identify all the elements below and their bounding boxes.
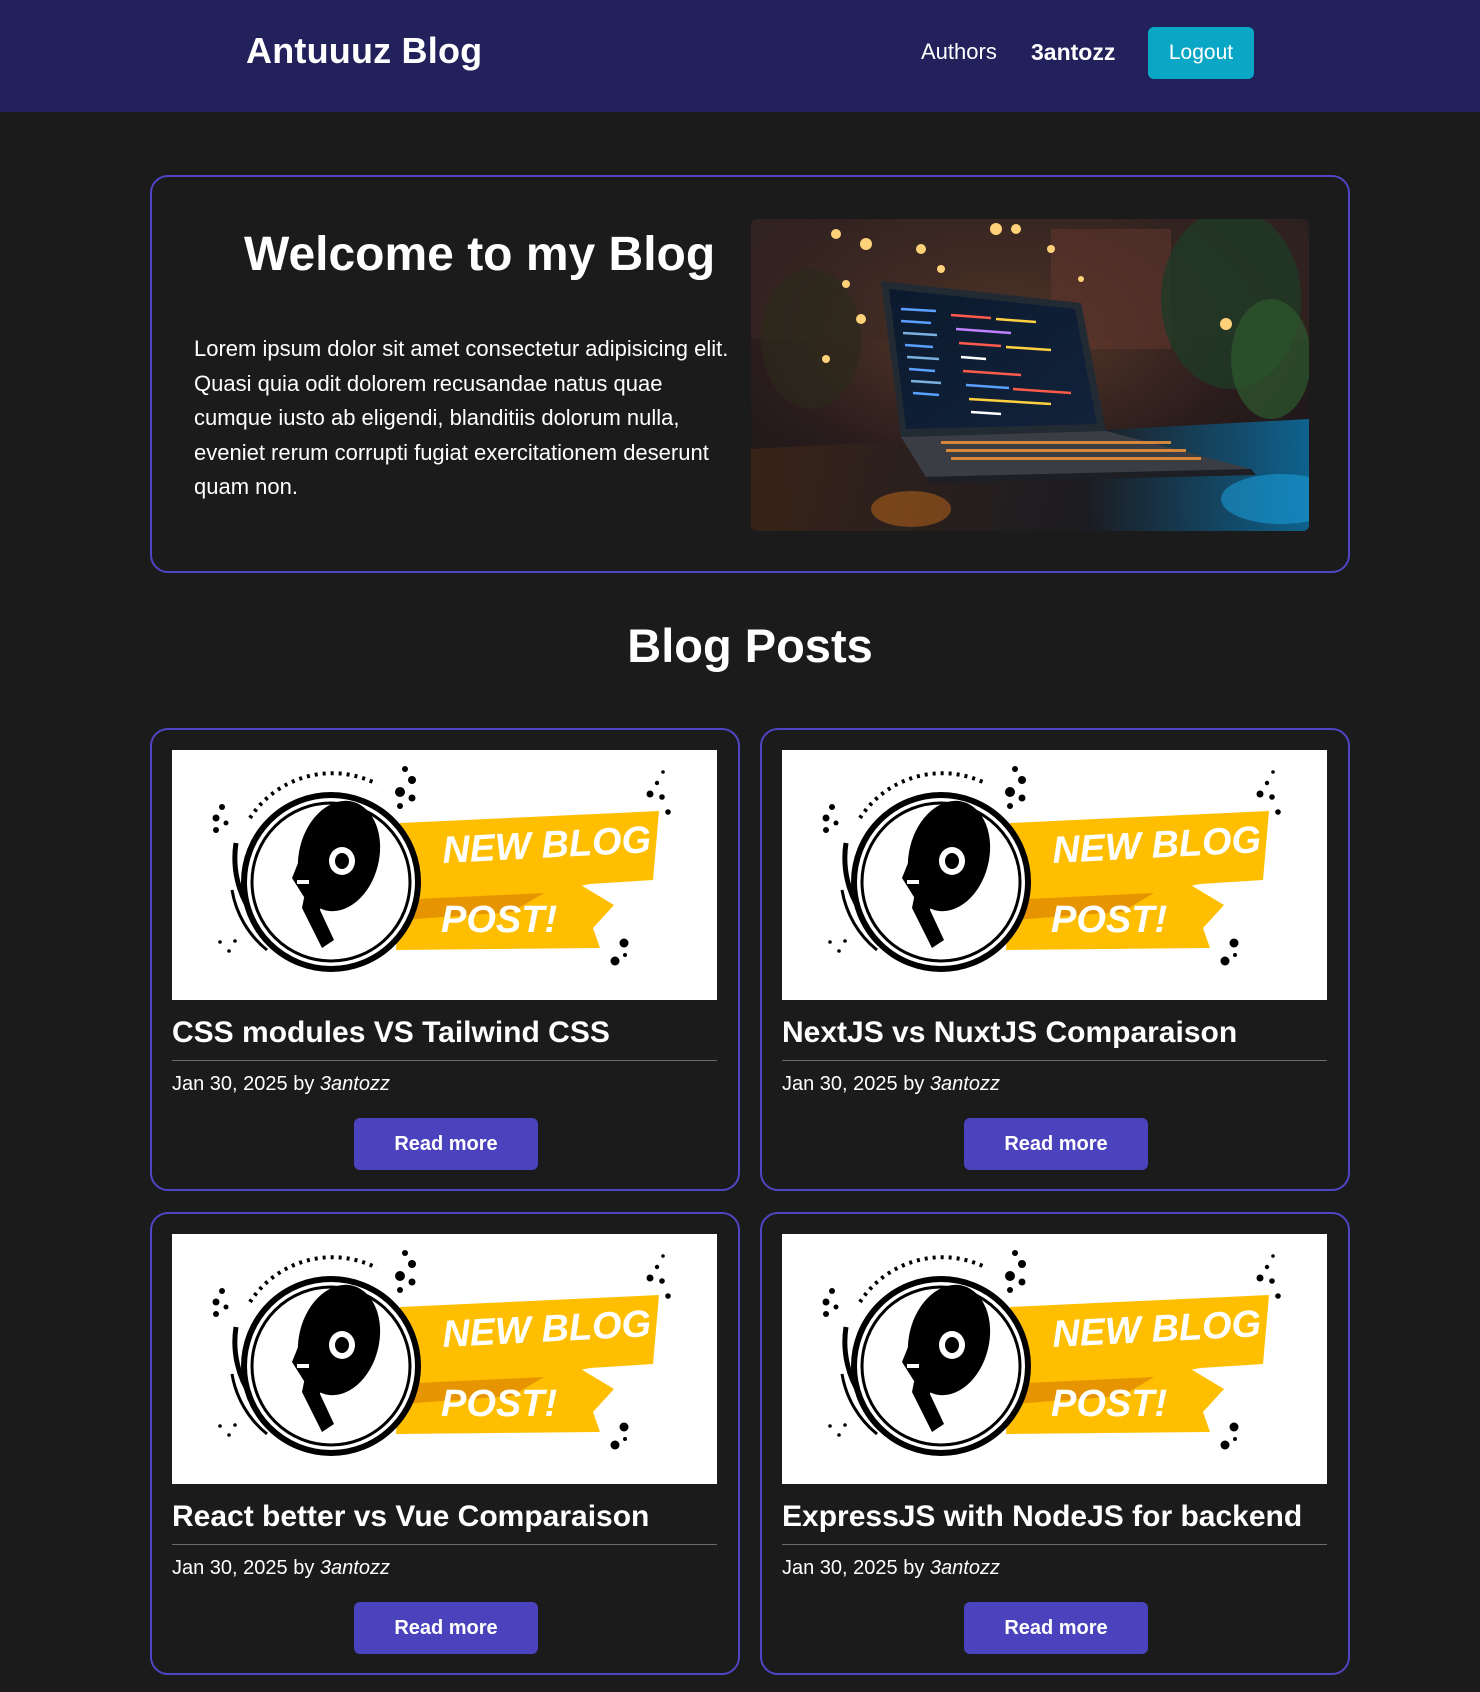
post-date: Jan 30, 2025 (172, 1073, 288, 1095)
hero-card: Welcome to my Blog Lorem ipsum dolor sit… (150, 175, 1350, 573)
hero-title: Welcome to my Blog (244, 228, 716, 281)
post-meta: Jan 30, 2025 by 3antozz (782, 1557, 1000, 1580)
post-date: Jan 30, 2025 (172, 1557, 288, 1579)
post-author[interactable]: 3antozz (320, 1073, 390, 1095)
navbar: Antuuuz Blog Authors 3antozz Logout (0, 0, 1480, 112)
banner-line2: POST! (1051, 899, 1167, 941)
divider (172, 1544, 717, 1545)
new-blog-post-image: NEW BLOG POST! (782, 1234, 1327, 1484)
new-blog-post-image: NEW BLOG POST! (172, 1234, 717, 1484)
nav-link-authors[interactable]: Authors (921, 39, 997, 65)
post-meta: Jan 30, 2025 by 3antozz (172, 1073, 390, 1096)
divider (782, 1544, 1327, 1545)
post-date: Jan 30, 2025 (782, 1073, 898, 1095)
post-by: by (293, 1073, 315, 1095)
hero-text: Lorem ipsum dolor sit amet consectetur a… (194, 336, 729, 499)
nav-link-user[interactable]: 3antozz (1031, 39, 1115, 66)
post-card: NEW BLOG POST! NextJS vs NuxtJS Comparai… (760, 728, 1350, 1191)
post-by: by (293, 1557, 315, 1579)
post-title[interactable]: CSS modules VS Tailwind CSS (172, 1016, 610, 1050)
logout-button[interactable]: Logout (1148, 27, 1254, 79)
post-title[interactable]: React better vs Vue Comparaison (172, 1500, 649, 1534)
read-more-button[interactable]: Read more (964, 1118, 1148, 1170)
post-title[interactable]: ExpressJS with NodeJS for backend (782, 1500, 1302, 1534)
blog-posts-heading: Blog Posts (627, 619, 873, 672)
read-more-button[interactable]: Read more (354, 1118, 538, 1170)
new-blog-post-image: NEW BLOG POST! (172, 750, 717, 1000)
post-meta: Jan 30, 2025 by 3antozz (172, 1557, 390, 1580)
post-author[interactable]: 3antozz (320, 1557, 390, 1579)
post-date: Jan 30, 2025 (782, 1557, 898, 1579)
post-card: NEW BLOG POST! ExpressJS with NodeJS for… (760, 1212, 1350, 1675)
banner-line2: POST! (441, 1383, 557, 1425)
new-blog-post-image: NEW BLOG POST! (782, 750, 1327, 1000)
banner-line2: POST! (441, 899, 557, 941)
post-by: by (903, 1557, 925, 1579)
post-meta: Jan 30, 2025 by 3antozz (782, 1073, 1000, 1096)
banner-line2: POST! (1051, 1383, 1167, 1425)
post-author[interactable]: 3antozz (930, 1557, 1000, 1579)
post-card: NEW BLOG POST! CSS modules VS Tailwind C… (150, 728, 740, 1191)
post-author[interactable]: 3antozz (930, 1073, 1000, 1095)
read-more-button[interactable]: Read more (354, 1602, 538, 1654)
brand-title[interactable]: Antuuuz Blog (246, 30, 482, 72)
divider (782, 1060, 1327, 1061)
post-title[interactable]: NextJS vs NuxtJS Comparaison (782, 1016, 1237, 1050)
divider (172, 1060, 717, 1061)
post-by: by (903, 1073, 925, 1095)
post-card: NEW BLOG POST! React better vs Vue Compa… (150, 1212, 740, 1675)
hero-laptop-image (751, 219, 1309, 531)
read-more-button[interactable]: Read more (964, 1602, 1148, 1654)
